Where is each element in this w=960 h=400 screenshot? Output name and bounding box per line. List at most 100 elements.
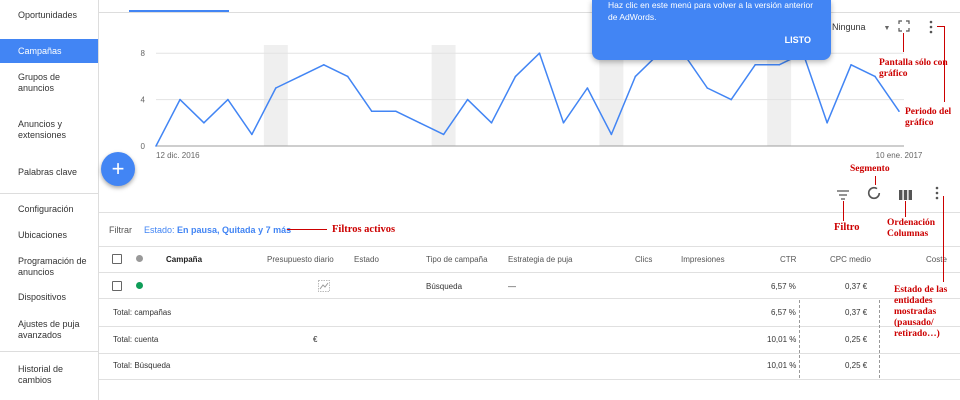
data-point — [850, 64, 852, 66]
filter-label: Filtrar — [109, 225, 132, 235]
sidebar-item-oportunidades[interactable]: Oportunidades — [0, 10, 98, 21]
sidebar-item-ajustes-de-puja[interactable]: Ajustes de puja avanzados — [0, 319, 98, 341]
annotation-arrow — [943, 196, 944, 282]
annotation-segment: Segmento — [850, 164, 890, 174]
col-header-bid-strategy[interactable]: Estrategia de puja — [508, 255, 573, 264]
sidebar-item-palabras-clave[interactable]: Palabras clave — [0, 167, 98, 178]
annotation-arrow — [843, 201, 844, 221]
col-header-clicks[interactable]: Clics — [635, 255, 652, 264]
toolbar-divider — [99, 212, 960, 213]
annotation-arrow — [905, 201, 906, 217]
annotation-active-filters: Filtros activos — [332, 224, 396, 235]
campaign-bid-strategy: — — [508, 282, 516, 291]
columns-icon[interactable] — [899, 188, 912, 200]
data-point — [370, 110, 373, 112]
chart-icon[interactable] — [318, 279, 330, 292]
col-header-campaign[interactable]: Campaña — [166, 255, 202, 264]
total-cpc: 0,25 € — [845, 335, 868, 344]
data-point — [275, 87, 277, 89]
segment-icon[interactable] — [867, 186, 881, 200]
filter-chip-status[interactable]: Estado: En pausa, Quitada y 7 más — [144, 225, 291, 235]
total-ctr: 6,57 % — [771, 308, 796, 317]
x-tick-labels: 12 dic. 2016 10 ene. 2017 — [156, 151, 923, 160]
main-content: 0 4 8 12 dic. 2016 10 ene. 2017 Ninguna ▼ Ha… — [99, 0, 960, 400]
segment-dropdown[interactable]: Ninguna ▼ — [832, 22, 890, 32]
campaign-ctr: 6,57 % — [771, 282, 796, 291]
col-header-budget[interactable]: Presupuesto diario — [267, 255, 334, 264]
data-point — [251, 133, 253, 136]
data-point — [227, 98, 229, 101]
sidebar-item-historial-de-cambios[interactable]: Historial de cambios — [0, 364, 98, 386]
total-cpc: 0,37 € — [845, 308, 868, 317]
tooltip-done-button[interactable]: LISTO — [785, 35, 811, 45]
sidebar-item-anuncios-y-extensiones[interactable]: Anuncios y extensiones — [0, 119, 98, 141]
annotation-columns: Ordenación Columnas — [887, 218, 936, 239]
y-tick-label: 0 — [141, 142, 146, 151]
annotation-fullscreen: Pantalla sólo con gráfico — [879, 58, 948, 79]
plus-icon: + — [111, 156, 125, 181]
data-point — [562, 122, 565, 124]
status-header-dot — [136, 255, 143, 262]
data-point — [778, 64, 780, 66]
data-point — [155, 145, 157, 147]
x-tick-label: 10 ene. 2017 — [876, 151, 923, 160]
data-point — [514, 75, 517, 78]
total-budget: € — [313, 335, 318, 344]
data-point — [706, 87, 709, 89]
sidebar-item-campanas[interactable]: Campañas — [0, 39, 98, 63]
status-enabled-dot[interactable] — [136, 282, 143, 289]
col-header-impressions[interactable]: Impresiones — [681, 255, 725, 264]
annotation-period: Periodo del gráfico — [905, 107, 952, 128]
fullscreen-icon[interactable] — [898, 20, 910, 32]
campaign-type: Búsqueda — [426, 282, 463, 291]
segment-dropdown-value: Ninguna — [832, 22, 866, 32]
more-vert-icon[interactable] — [928, 20, 934, 34]
sidebar-item-dispositivos[interactable]: Dispositivos — [0, 292, 98, 303]
col-header-type[interactable]: Tipo de campaña — [426, 255, 488, 264]
sidebar-item-programacion-de-anuncios[interactable]: Programación de anuncios — [0, 256, 98, 278]
row-divider — [99, 272, 960, 273]
more-vert-icon[interactable] — [934, 186, 940, 200]
col-header-status[interactable]: Estado — [354, 255, 379, 264]
weekend-band — [263, 45, 288, 146]
data-point — [346, 75, 349, 78]
total-label: Total: Búsqueda — [113, 361, 171, 370]
chevron-down-icon: ▼ — [883, 25, 891, 32]
tooltip-popup: Haz clic en este menú para volver a la v… — [592, 0, 831, 60]
row-checkbox[interactable] — [112, 281, 122, 291]
sidebar-item-grupos-de-anuncios[interactable]: Grupos de anuncios — [0, 72, 98, 94]
weekend-bands — [263, 45, 792, 146]
table-top-divider — [99, 246, 960, 247]
data-point — [203, 122, 205, 124]
annotation-status: Estado de las entidades mostradas (pausa… — [894, 285, 948, 339]
data-point — [874, 75, 876, 78]
data-point — [634, 75, 637, 78]
filter-bar: Filtrar Estado: En pausa, Quitada y 7 más — [109, 225, 291, 235]
sidebar-item-ubicaciones[interactable]: Ubicaciones — [0, 230, 98, 241]
filter-icon[interactable] — [837, 188, 849, 200]
select-all-checkbox[interactable] — [112, 254, 122, 264]
column-separator — [799, 300, 800, 378]
total-cpc: 0,25 € — [845, 361, 868, 370]
y-tick-label: 4 — [141, 96, 146, 105]
data-point — [586, 87, 589, 89]
col-header-ctr[interactable]: CTR — [780, 255, 796, 264]
sidebar-item-configuracion[interactable]: Configuración — [0, 204, 98, 215]
tooltip-text: Haz clic en este menú para volver a la v… — [608, 0, 814, 22]
row-divider — [99, 379, 960, 380]
add-button[interactable]: + — [101, 152, 135, 186]
total-label: Total: campañas — [113, 308, 172, 317]
total-label: Total: cuenta — [113, 335, 159, 344]
data-point — [322, 64, 325, 66]
col-header-cpc[interactable]: CPC medio — [830, 255, 871, 264]
filter-chip-prefix: Estado: — [144, 225, 175, 235]
campaign-cpc: 0,37 € — [845, 282, 868, 291]
filter-chip-value: En pausa, Quitada y 7 más — [177, 225, 292, 235]
sidebar: Oportunidades Campañas Grupos de anuncio… — [0, 0, 99, 400]
total-ctr: 10,01 % — [767, 335, 797, 344]
y-tick-label: 8 — [141, 49, 146, 58]
row-divider — [99, 326, 960, 327]
data-point — [466, 98, 469, 101]
annotation-arrow — [287, 229, 327, 230]
annotation-arrow — [875, 176, 876, 185]
